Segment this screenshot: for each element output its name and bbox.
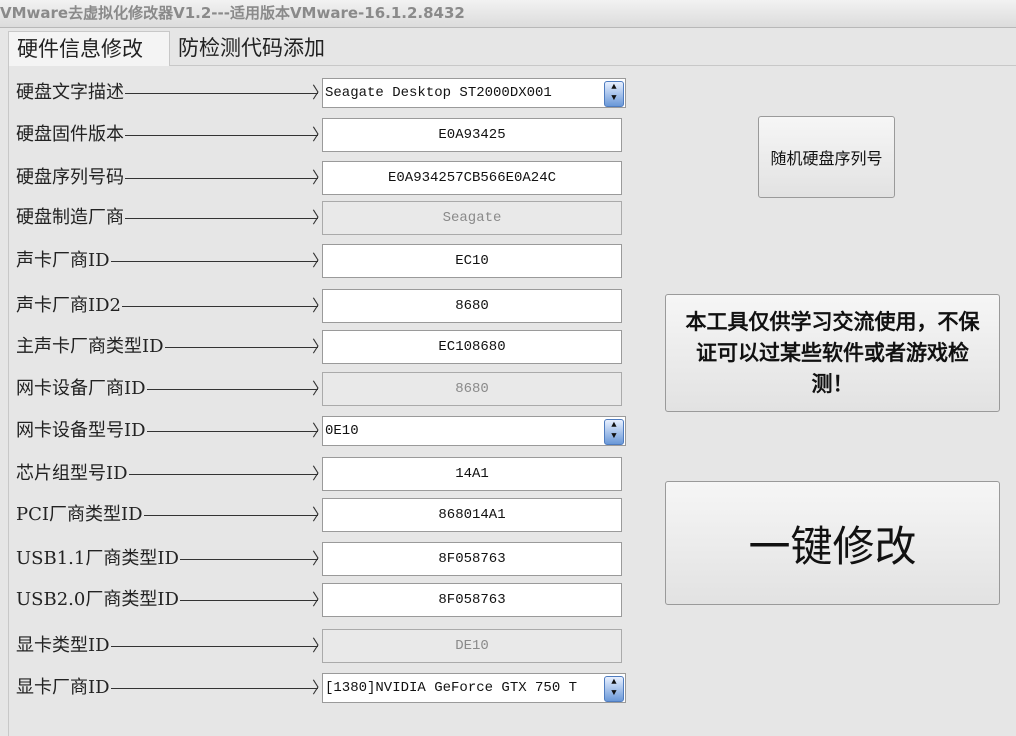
value-select[interactable]: [1380]NVIDIA GeForce GTX 750 T ▲ ▼ xyxy=(322,673,626,703)
field-label: 硬盘固件版本 xyxy=(16,118,125,152)
value-input[interactable]: EC10 xyxy=(322,244,622,278)
form-row: 硬盘固件版本〉 E0A93425 xyxy=(16,118,626,152)
form-row: USB1.1厂商类型ID 〉 8F058763 xyxy=(16,542,626,576)
form-row: 网卡设备型号ID 〉 0E10 ▲ ▼ xyxy=(16,414,626,448)
random-disk-serial-button[interactable]: 随机硬盘序列号 xyxy=(758,116,895,198)
select-value: 0E10 xyxy=(325,423,359,439)
form-row: 芯片组型号ID 〉 14A1 xyxy=(16,457,626,491)
value-input[interactable]: E0A934257CB566E0A24C xyxy=(322,161,622,195)
tab-anti-detect-code[interactable]: 防检测代码添加 xyxy=(170,31,333,65)
value-input[interactable]: 8F058763 xyxy=(322,583,622,617)
value-input[interactable]: 8F058763 xyxy=(322,542,622,576)
field-label: 硬盘文字描述 xyxy=(16,76,125,110)
value-input[interactable]: 14A1 xyxy=(322,457,622,491)
notice-button[interactable]: 本工具仅供学习交流使用，不保证可以过某些软件或者游戏检测！ xyxy=(665,294,1000,412)
form-row: 硬盘序列号码〉 E0A934257CB566E0A24C xyxy=(16,161,626,195)
spinner-arrows-icon[interactable]: ▲ ▼ xyxy=(604,81,624,107)
field-label: 网卡设备型号ID xyxy=(16,414,147,448)
field-label: 声卡厂商ID2 xyxy=(16,289,122,323)
form-row: USB2.0厂商类型ID 〉 8F058763 xyxy=(16,583,626,617)
field-label: 网卡设备厂商ID xyxy=(16,372,147,406)
form-row: 声卡厂商ID2 〉 8680 xyxy=(16,289,626,323)
field-label: 硬盘制造厂商 xyxy=(16,201,125,235)
field-label: USB1.1厂商类型ID xyxy=(16,542,180,576)
value-input: Seagate xyxy=(322,201,622,235)
form-row: 硬盘制造厂商〉 Seagate xyxy=(16,201,626,235)
window-title: VMware去虚拟化修改器V1.2---适用版本VMware-16.1.2.84… xyxy=(0,0,1016,28)
form-row: 主声卡厂商类型ID 〉 EC108680 xyxy=(16,330,626,364)
value-input: 8680 xyxy=(322,372,622,406)
field-label: USB2.0厂商类型ID xyxy=(16,583,180,617)
form-row: 硬盘文字描述〉 Seagate Desktop ST2000DX001 ▲ ▼ xyxy=(16,76,626,110)
value-input[interactable]: EC108680 xyxy=(322,330,622,364)
form-row: 声卡厂商ID 〉 EC10 xyxy=(16,244,626,278)
field-label: 显卡厂商ID xyxy=(16,671,111,705)
select-value: Seagate Desktop ST2000DX001 xyxy=(325,85,552,101)
spinner-arrows-icon[interactable]: ▲ ▼ xyxy=(604,676,624,702)
form-row: PCI厂商类型ID 〉 868014A1 xyxy=(16,498,626,532)
tab-hardware-info[interactable]: 硬件信息修改 xyxy=(8,31,170,66)
value-input: DE10 xyxy=(322,629,622,663)
field-label: 显卡类型ID xyxy=(16,629,111,663)
field-label: 主声卡厂商类型ID xyxy=(16,330,165,364)
form-row: 网卡设备厂商ID 〉 8680 xyxy=(16,372,626,406)
value-input[interactable]: E0A93425 xyxy=(322,118,622,152)
form-row: 显卡类型ID 〉 DE10 xyxy=(16,629,626,663)
value-select[interactable]: 0E10 ▲ ▼ xyxy=(322,416,626,446)
form-row: 显卡厂商ID 〉 [1380]NVIDIA GeForce GTX 750 T ▲ ▼ xyxy=(16,671,626,705)
field-label: PCI厂商类型ID xyxy=(16,498,144,532)
value-select[interactable]: Seagate Desktop ST2000DX001 ▲ ▼ xyxy=(322,78,626,108)
field-label: 声卡厂商ID xyxy=(16,244,111,278)
field-label: 硬盘序列号码 xyxy=(16,161,125,195)
value-input[interactable]: 8680 xyxy=(322,289,622,323)
one-click-modify-button[interactable]: 一键修改 xyxy=(665,481,1000,605)
value-input[interactable]: 868014A1 xyxy=(322,498,622,532)
field-label: 芯片组型号ID xyxy=(16,457,129,491)
spinner-arrows-icon[interactable]: ▲ ▼ xyxy=(604,419,624,445)
select-value: [1380]NVIDIA GeForce GTX 750 T xyxy=(325,680,578,696)
